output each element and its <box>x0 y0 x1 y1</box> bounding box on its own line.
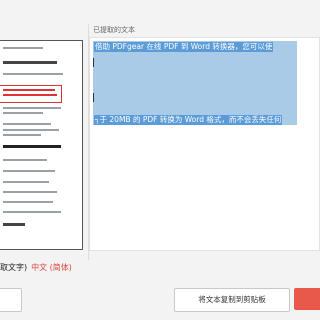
doc-text-line <box>3 107 61 109</box>
doc-heading-line <box>3 223 25 226</box>
extracted-text-title: 已提取的文本 <box>93 26 135 34</box>
doc-text-line <box>3 129 59 131</box>
doc-text-line <box>3 112 43 114</box>
back-button[interactable] <box>0 288 22 312</box>
extracted-text-line: ┐于 20MB 的 PDF 转换为 Word 格式，而不会丢失任何 <box>94 115 283 125</box>
doc-text-line <box>3 159 47 161</box>
doc-text-line <box>3 94 57 96</box>
doc-text-line <box>3 211 61 213</box>
doc-text-line <box>3 181 49 183</box>
selection-marker <box>93 58 94 67</box>
ocr-language[interactable]: 中文 (简体) <box>31 263 72 272</box>
doc-text-line <box>3 170 55 172</box>
ocr-label: 取文字) <box>0 263 28 272</box>
doc-text-line <box>3 191 57 193</box>
primary-action-button[interactable] <box>294 288 320 310</box>
text-selection <box>93 41 297 125</box>
ocr-language-info: 取文字) 中文 (简体) <box>0 262 72 273</box>
doc-text-line <box>3 123 51 125</box>
doc-heading-line <box>3 61 57 64</box>
doc-text-line <box>3 47 43 49</box>
document-preview <box>0 40 83 250</box>
extracted-text-line: 借助 PDFgear 在线 PDF 到 Word 转换器，您可以使 <box>94 42 274 52</box>
doc-text-line <box>3 201 53 203</box>
selection-marker <box>93 93 94 102</box>
doc-heading-line <box>3 145 61 148</box>
extracted-text-area[interactable]: 借助 PDFgear 在线 PDF 到 Word 转换器，您可以使 ┐于 20M… <box>89 37 320 251</box>
doc-text-line <box>3 89 55 91</box>
doc-text-line <box>3 134 41 136</box>
doc-text-line <box>3 73 63 75</box>
copy-to-clipboard-button[interactable]: 将文本复制到剪贴板 <box>174 288 290 312</box>
